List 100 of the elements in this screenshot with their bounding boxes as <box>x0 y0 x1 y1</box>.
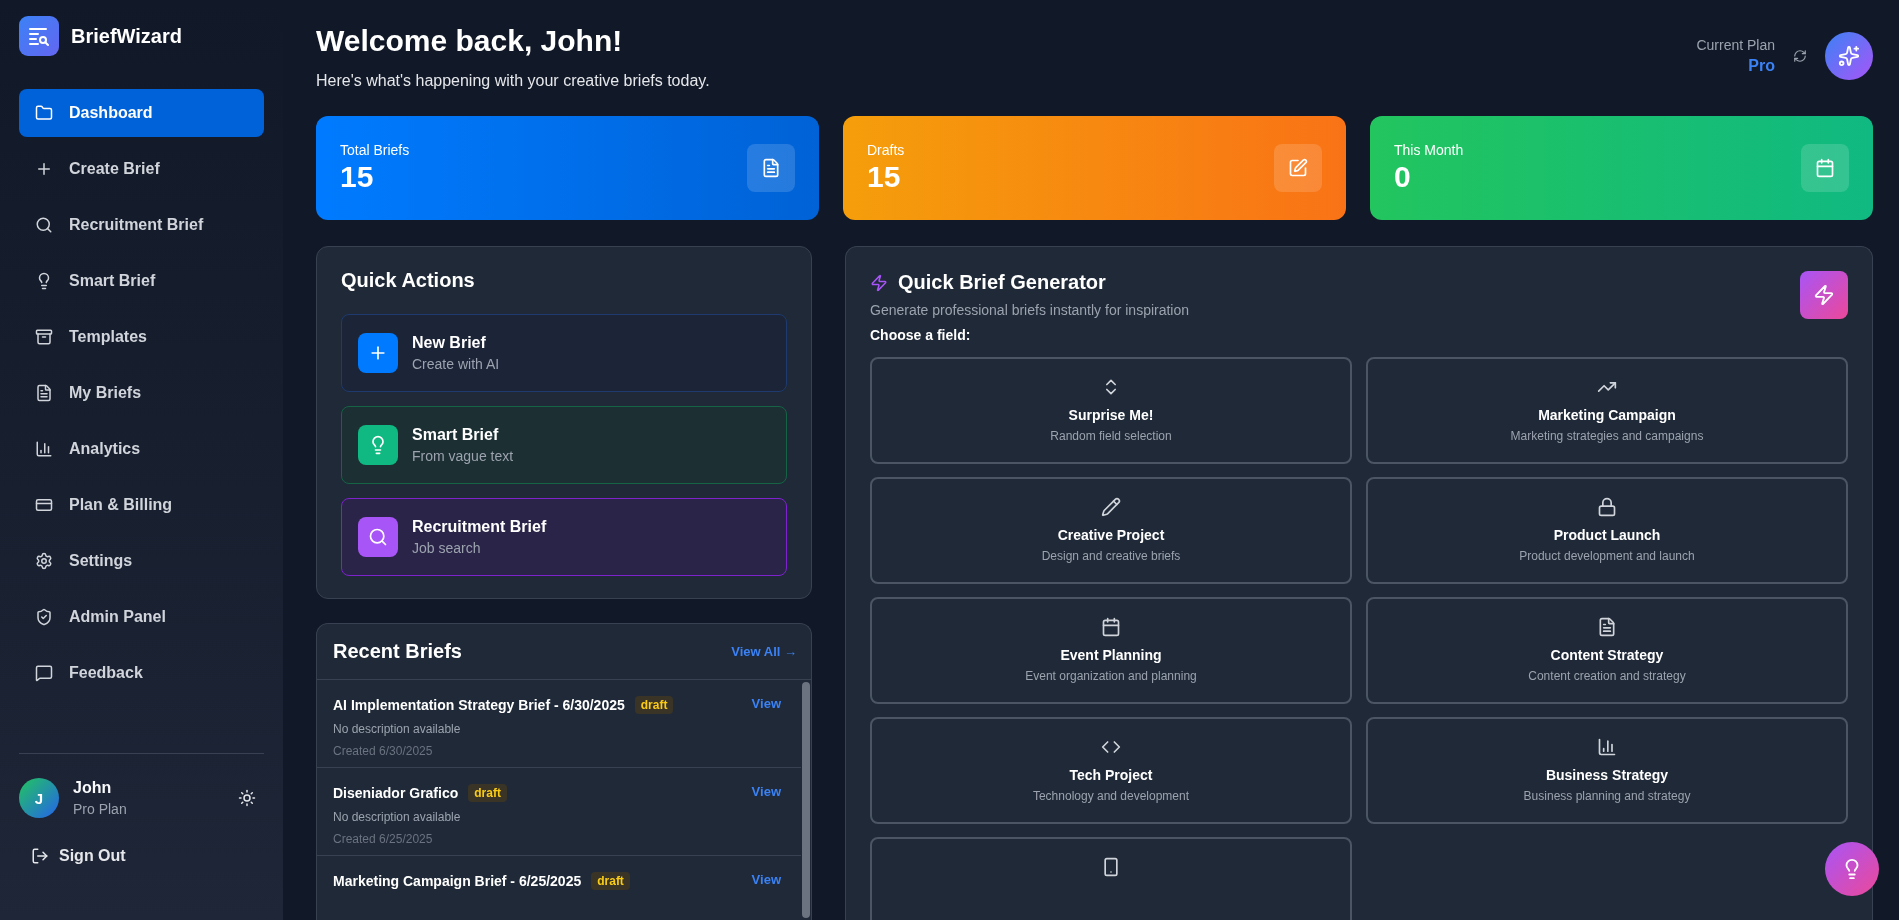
sidebar-item[interactable]: Plan & Billing <box>19 481 264 529</box>
refresh-icon <box>1793 49 1807 63</box>
field-description: Random field selection <box>1050 429 1172 443</box>
field-option[interactable]: Product Launch Product development and launch <box>1366 477 1848 584</box>
action-subtitle: Create with AI <box>412 356 500 372</box>
field-option[interactable]: Content Strategy Content creation and strategy <box>1366 597 1848 704</box>
field-title: Business Strategy <box>1545 767 1669 783</box>
sidebar-item[interactable]: Dashboard <box>19 89 264 137</box>
sidebar-item[interactable]: Settings <box>19 537 264 585</box>
view-all-link[interactable]: View All → <box>731 644 811 659</box>
page-subtitle: Here's what's happening with your creative briefs today. <box>316 72 710 90</box>
bar-chart-icon <box>35 440 53 458</box>
document-icon <box>747 144 795 192</box>
brief-date: Created 6/30/2025 <box>333 744 434 758</box>
view-link[interactable]: View <box>751 872 785 920</box>
sparkle-icon <box>1838 45 1860 67</box>
calendar-icon <box>1801 144 1849 192</box>
quick-action-button[interactable]: Recruitment Brief Job search <box>341 498 787 576</box>
lightbulb-icon <box>358 425 398 465</box>
field-description: Design and creative briefs <box>1041 549 1181 563</box>
quick-action-button[interactable]: New Brief Create with AI <box>341 314 787 392</box>
stat-label: Drafts <box>867 142 905 158</box>
field-title: Marketing Campaign <box>1538 407 1676 423</box>
action-subtitle: From vague text <box>412 448 514 464</box>
panel-title: Quick Brief Generator <box>898 271 1106 294</box>
panel-title: Recent Briefs <box>333 640 462 663</box>
field-title: Product Launch <box>1553 527 1661 543</box>
brief-description: No description available <box>333 810 462 824</box>
logout-icon <box>31 847 49 865</box>
refresh-button[interactable] <box>1793 49 1807 63</box>
theme-toggle[interactable] <box>238 789 256 807</box>
stat-label: Total Briefs <box>340 142 410 158</box>
document-icon <box>1597 617 1617 637</box>
stat-value: 15 <box>867 160 902 194</box>
status-badge: draft <box>468 784 507 802</box>
status-badge: draft <box>634 696 674 714</box>
generate-button[interactable] <box>1800 271 1848 319</box>
lock-icon <box>1597 497 1617 517</box>
sidebar-item[interactable]: Feedback <box>19 649 264 697</box>
field-option[interactable]: Marketing Campaign Marketing strategies and campaigns <box>1366 357 1848 464</box>
brief-title: AI Implementation Strategy Brief - 6/30/2025 <box>333 697 625 713</box>
sidebar-item[interactable]: Analytics <box>19 425 264 473</box>
brief-date: Created 6/25/2025 <box>333 832 434 846</box>
action-subtitle: Job search <box>412 540 482 556</box>
phone-icon <box>1101 857 1121 877</box>
action-title: Smart Brief <box>412 426 500 444</box>
view-link[interactable]: View <box>751 784 785 839</box>
shield-icon <box>35 608 53 626</box>
message-icon <box>35 664 53 682</box>
field-title: Tech Project <box>1069 767 1153 783</box>
field-title: Creative Project <box>1057 527 1165 543</box>
settings-icon <box>35 552 53 570</box>
user-plan: Pro Plan <box>73 801 128 817</box>
lightning-icon <box>1813 284 1835 306</box>
quick-action-button[interactable]: Smart Brief From vague text <box>341 406 787 484</box>
field-option[interactable]: Surprise Me! Random field selection <box>870 357 1352 464</box>
action-title: New Brief <box>412 334 487 352</box>
sign-out-button[interactable]: Sign Out <box>19 842 264 870</box>
sidebar-item[interactable]: Smart Brief <box>19 257 264 305</box>
sun-icon <box>238 789 256 807</box>
sidebar-item[interactable]: Templates <box>19 313 264 361</box>
field-prompt: Choose a field: <box>870 327 972 343</box>
brief-description: No description available <box>333 722 462 736</box>
field-description: Technology and development <box>1032 789 1190 803</box>
sidebar-item[interactable]: Create Brief <box>19 145 264 193</box>
panel-subtitle: Generate professional briefs instantly for inspiration <box>870 302 1190 318</box>
archive-icon <box>35 328 53 346</box>
sidebar-item[interactable]: My Briefs <box>19 369 264 417</box>
field-title: Event Planning <box>1060 647 1162 663</box>
action-title: Recruitment Brief <box>412 518 547 536</box>
field-option[interactable]: Event Planning Event organization and planning <box>870 597 1352 704</box>
field-title: Surprise Me! <box>1068 407 1154 423</box>
logo-icon <box>19 16 59 56</box>
field-title: Content Strategy <box>1550 647 1664 663</box>
field-option[interactable]: Creative Project Design and creative briefs <box>870 477 1352 584</box>
sidebar-item[interactable]: Admin Panel <box>19 593 264 641</box>
field-description: Event organization and planning <box>1025 669 1197 683</box>
user-avatar: J <box>19 778 59 818</box>
field-description: Business planning and strategy <box>1523 789 1691 803</box>
folder-icon <box>35 104 53 122</box>
search-icon <box>358 517 398 557</box>
plan-name: Pro <box>1748 57 1775 75</box>
plus-icon <box>35 160 53 178</box>
plan-label: Current Plan <box>1696 37 1775 53</box>
pencil-icon <box>1101 497 1121 517</box>
bar-chart-icon <box>1597 737 1617 757</box>
user-name: John <box>73 779 113 797</box>
stat-value: 0 <box>1394 160 1412 194</box>
scrollbar-thumb[interactable] <box>802 682 810 918</box>
stat-value: 15 <box>340 160 375 194</box>
edit-icon <box>1274 144 1322 192</box>
field-description: Product development and launch <box>1519 549 1695 563</box>
field-option[interactable]: Business Strategy Business planning and strategy <box>1366 717 1848 824</box>
sparkle-button[interactable] <box>1825 32 1873 80</box>
view-link[interactable]: View <box>751 696 785 751</box>
field-description: Content creation and strategy <box>1528 669 1686 683</box>
field-option[interactable]: Tech Project Technology and development <box>870 717 1352 824</box>
sidebar-item[interactable]: Recruitment Brief <box>19 201 264 249</box>
field-option[interactable] <box>870 837 1352 920</box>
page-title: Welcome back, John! <box>316 24 624 58</box>
